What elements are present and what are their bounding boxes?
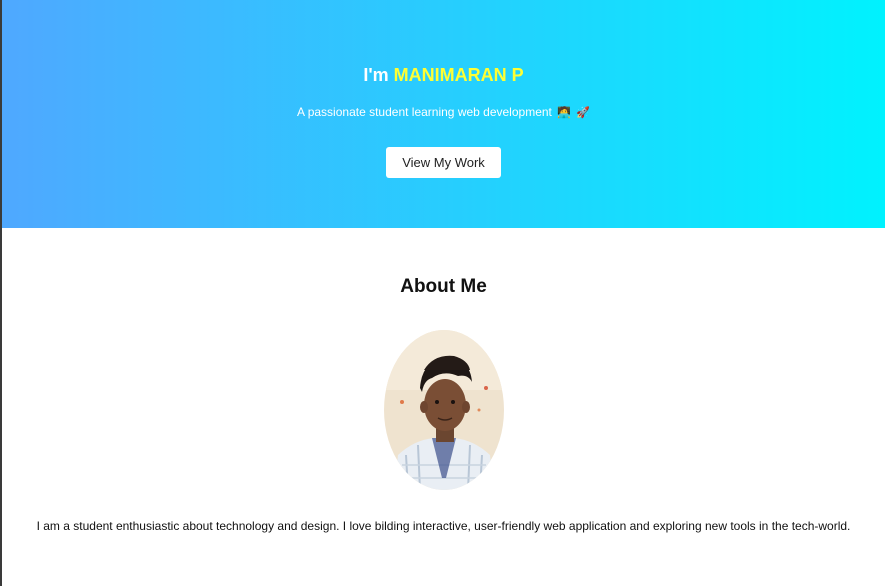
about-section: About Me I am a student enthusiastic abo… — [2, 276, 885, 535]
hero-subtitle: A passionate student learning web develo… — [2, 104, 885, 121]
hero-name: MANIMARAN P — [393, 65, 524, 85]
page: I'm MANIMARAN P A passionate student lea… — [0, 0, 885, 586]
profile-photo — [383, 330, 504, 490]
hero-title: I'm MANIMARAN P — [2, 64, 885, 86]
hero-greeting: I'm — [363, 65, 394, 85]
rocket-emoji-icon: 🚀 — [576, 107, 590, 119]
developer-emoji-icon: 🧑‍💻 — [557, 107, 571, 119]
about-title: About Me — [400, 276, 487, 297]
hero-section: I'm MANIMARAN P A passionate student lea… — [2, 0, 885, 228]
view-my-work-button[interactable]: View My Work — [386, 147, 501, 178]
hero-subtitle-text: A passionate student learning web develo… — [297, 105, 552, 119]
about-description: I am a student enthusiastic about techno… — [36, 519, 851, 533]
